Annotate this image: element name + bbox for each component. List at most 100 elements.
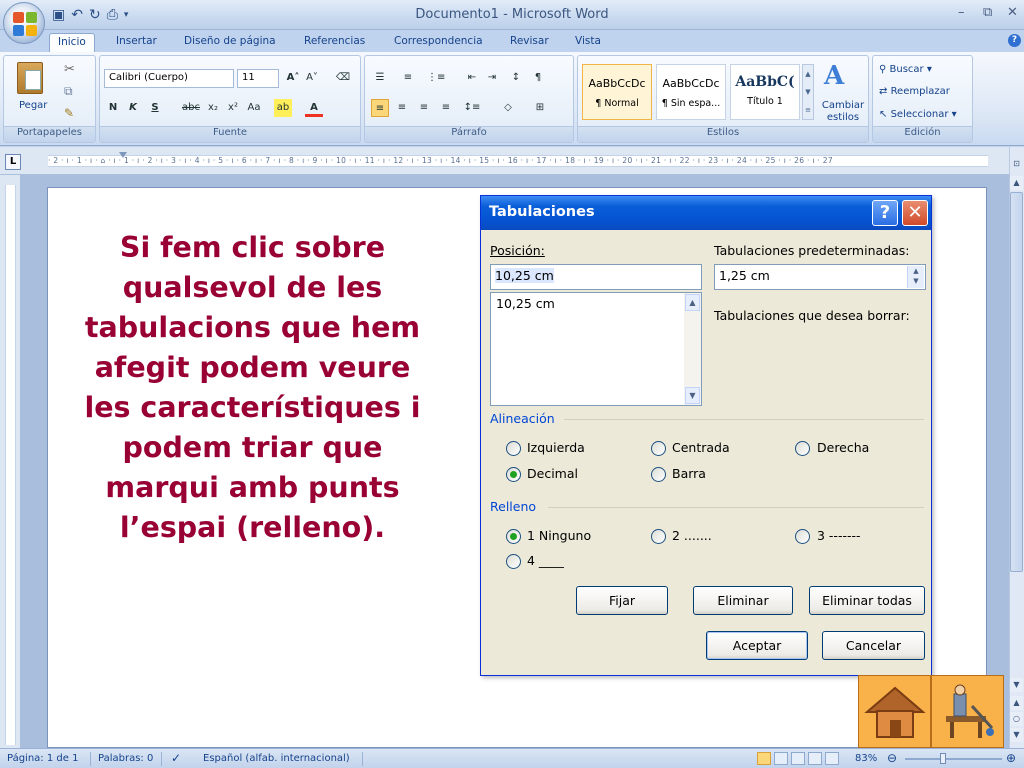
ok-button[interactable]: Aceptar — [706, 631, 808, 660]
tab-insertar[interactable]: Insertar — [108, 33, 165, 52]
page-count[interactable]: Página: 1 de 1 — [7, 753, 78, 764]
leader-underline-radio[interactable] — [506, 554, 521, 569]
align-decimal-radio[interactable] — [506, 467, 521, 482]
set-button[interactable]: Fijar — [576, 586, 668, 615]
position-list[interactable]: 10,25 cm ▲ ▼ — [490, 292, 702, 406]
borders-icon[interactable]: ⊞ — [531, 99, 549, 117]
format-painter-icon[interactable]: ✎ — [64, 106, 74, 120]
proofing-icon[interactable]: ✓ — [171, 751, 181, 765]
close-window-button[interactable]: ✕ — [1007, 5, 1018, 20]
browse-object-icon[interactable]: ○ — [1010, 712, 1023, 726]
zoom-in-icon[interactable]: ⊕ — [1006, 751, 1016, 765]
zoom-out-icon[interactable]: ⊖ — [887, 751, 897, 765]
change-styles-icon[interactable]: A — [824, 61, 844, 91]
scroll-thumb[interactable] — [1010, 192, 1023, 572]
clear-format-icon[interactable]: ⌫ — [334, 69, 352, 87]
restore-button[interactable]: ⧉ — [983, 5, 992, 20]
first-line-indent-marker[interactable] — [119, 152, 127, 160]
zoom-slider-thumb[interactable] — [940, 753, 946, 764]
style-no-spacing[interactable]: AaBbCcDc ¶ Sin espa... — [656, 64, 726, 120]
grow-font-icon[interactable]: A˄ — [284, 69, 302, 87]
outline-icon[interactable] — [808, 752, 822, 765]
style-normal[interactable]: AaBbCcDc ¶ Normal — [582, 64, 652, 120]
align-bar-radio[interactable] — [651, 467, 666, 482]
shrink-font-icon[interactable]: A˅ — [303, 69, 321, 87]
clear-all-button[interactable]: Eliminar todas — [809, 586, 925, 615]
subscript-icon[interactable]: x₂ — [204, 99, 222, 117]
align-bar-label[interactable]: Barra — [672, 466, 706, 481]
align-right-label[interactable]: Derecha — [817, 440, 869, 455]
print-layout-icon[interactable] — [757, 752, 771, 765]
leader-dots-radio[interactable] — [651, 529, 666, 544]
previous-page-icon[interactable]: ▲ — [1010, 696, 1023, 710]
align-left-label[interactable]: Izquierda — [527, 440, 585, 455]
next-page-icon[interactable]: ▼ — [1010, 728, 1023, 742]
clear-button[interactable]: Eliminar — [693, 586, 793, 615]
justify-icon[interactable]: ≡ — [437, 99, 455, 117]
tab-diseno-pagina[interactable]: Diseño de página — [176, 33, 284, 52]
language[interactable]: Español (alfab. internacional) — [203, 753, 350, 764]
zoom-level[interactable]: 83% — [855, 753, 877, 764]
tab-correspondencia[interactable]: Correspondencia — [386, 33, 491, 52]
office-button[interactable] — [3, 2, 45, 44]
tab-referencias[interactable]: Referencias — [296, 33, 373, 52]
change-styles-button[interactable]: Cambiar estilos — [818, 100, 868, 124]
position-list-item[interactable]: 10,25 cm — [496, 296, 555, 311]
cancel-button[interactable]: Cancelar — [822, 631, 925, 660]
align-decimal-label[interactable]: Decimal — [527, 466, 578, 481]
leader-none-label[interactable]: 1 Ninguno — [527, 528, 591, 543]
ruler-toggle-icon[interactable]: ⊡ — [1010, 157, 1023, 171]
bold-icon[interactable]: N — [104, 99, 122, 117]
leader-none-radio[interactable] — [506, 529, 521, 544]
replace-button[interactable]: ⇄ Reemplazar — [879, 86, 950, 97]
multilevel-list-icon[interactable]: ⋮≡ — [427, 69, 445, 87]
list-scroll-up[interactable]: ▲ — [685, 294, 700, 311]
paste-icon[interactable] — [17, 62, 43, 94]
tab-inicio[interactable]: Inicio — [49, 33, 95, 52]
align-right-icon[interactable]: ≡ — [415, 99, 433, 117]
leader-dashes-label[interactable]: 3 ------- — [817, 528, 861, 543]
decrease-indent-icon[interactable]: ⇤ — [463, 69, 481, 87]
align-center-icon[interactable]: ≡ — [393, 99, 411, 117]
superscript-icon[interactable]: x² — [224, 99, 242, 117]
align-right-radio[interactable] — [795, 441, 810, 456]
italic-icon[interactable]: K — [124, 99, 142, 117]
draft-icon[interactable] — [825, 752, 839, 765]
strikethrough-icon[interactable]: abc — [182, 99, 200, 117]
find-button[interactable]: ⚲ Buscar ▾ — [879, 64, 932, 75]
numbering-icon[interactable]: ≡ — [399, 69, 417, 87]
zoom-slider[interactable] — [905, 758, 1002, 760]
bullets-icon[interactable]: ☰ — [371, 69, 389, 87]
tab-vista[interactable]: Vista — [567, 33, 609, 52]
sort-icon[interactable]: ↕ — [507, 69, 525, 87]
shading-icon[interactable]: ◇ — [499, 99, 517, 117]
word-count[interactable]: Palabras: 0 — [98, 753, 153, 764]
align-center-radio[interactable] — [651, 441, 666, 456]
highlight-icon[interactable]: ab — [274, 99, 292, 117]
web-layout-icon[interactable] — [791, 752, 805, 765]
cut-icon[interactable]: ✂ — [64, 62, 75, 77]
scroll-down-button[interactable]: ▼ — [1010, 678, 1023, 692]
minimize-button[interactable]: – — [958, 5, 965, 20]
list-scroll-down[interactable]: ▼ — [685, 387, 700, 404]
tab-selector-icon[interactable]: L — [5, 154, 21, 170]
styles-scroll[interactable]: ▲ ▼ ≡ — [802, 64, 814, 120]
default-tabs-input[interactable]: 1,25 cm ▲ ▼ — [714, 264, 926, 290]
spin-arrows-icon[interactable]: ▲ ▼ — [907, 266, 924, 288]
align-left-icon[interactable]: ≡ — [371, 99, 389, 117]
dialog-close-button[interactable]: ✕ — [902, 200, 928, 226]
position-list-scrollbar[interactable]: ▲ ▼ — [684, 293, 701, 405]
tab-revisar[interactable]: Revisar — [502, 33, 557, 52]
paste-label[interactable]: Pegar — [19, 100, 47, 111]
font-size-combo[interactable]: 11 — [237, 69, 279, 88]
font-name-combo[interactable]: Calibri (Cuerpo) — [104, 69, 234, 88]
position-input[interactable]: 10,25 cm — [490, 264, 702, 290]
align-center-label[interactable]: Centrada — [672, 440, 730, 455]
font-color-icon[interactable]: A — [305, 99, 323, 117]
select-button[interactable]: ↖ Seleccionar ▾ — [879, 109, 957, 120]
scroll-up-button[interactable]: ▲ — [1010, 176, 1023, 190]
leader-dashes-radio[interactable] — [795, 529, 810, 544]
full-screen-icon[interactable] — [774, 752, 788, 765]
show-marks-icon[interactable]: ¶ — [529, 69, 547, 87]
tools-button[interactable] — [931, 675, 1004, 748]
